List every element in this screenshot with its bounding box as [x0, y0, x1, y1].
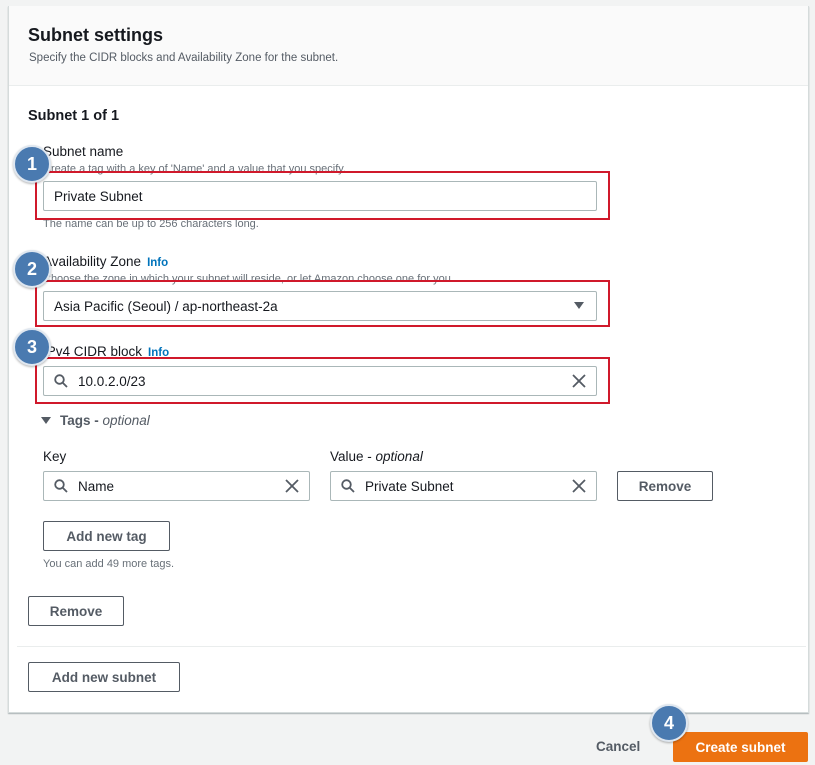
- subnet-heading: Subnet 1 of 1: [28, 108, 120, 124]
- tags-hint: You can add 49 more tags.: [43, 558, 175, 570]
- add-new-subnet-button[interactable]: Add new subnet: [28, 662, 180, 692]
- tag-key-header: Key: [43, 449, 67, 464]
- add-new-tag-button[interactable]: Add new tag: [43, 521, 170, 551]
- search-icon: [341, 479, 355, 493]
- az-info-link[interactable]: Info: [147, 257, 168, 269]
- tag-key-input[interactable]: Name: [43, 471, 310, 501]
- tags-expander[interactable]: Tags - optional: [41, 413, 150, 428]
- az-label-text: Availability Zone: [43, 254, 142, 269]
- subnet-name-label: Subnet name: [43, 144, 124, 159]
- caret-down-icon: [41, 417, 51, 424]
- callout-badge-1: 1: [13, 145, 51, 183]
- page-title: Subnet settings: [28, 25, 164, 45]
- callout-badge-2: 2: [13, 250, 51, 288]
- tag-key-value: Name: [78, 478, 115, 494]
- tag-value-header: Value - optional: [330, 449, 423, 464]
- clear-icon[interactable]: [572, 479, 586, 493]
- clear-icon[interactable]: [285, 479, 299, 493]
- remove-tag-button[interactable]: Remove: [617, 471, 713, 501]
- tag-value-optional: optional: [375, 449, 423, 464]
- cancel-button[interactable]: Cancel: [596, 739, 640, 754]
- callout-badge-4: 4: [650, 704, 688, 742]
- page-subtitle: Specify the CIDR blocks and Availability…: [29, 52, 339, 64]
- highlight-box-cidr: [35, 357, 610, 404]
- az-label: Availability Zone Info: [43, 254, 168, 269]
- tags-optional: optional: [102, 413, 150, 428]
- tag-value-header-text: Value: [330, 449, 364, 464]
- callout-badge-3: 3: [13, 328, 51, 366]
- remove-subnet-button[interactable]: Remove: [28, 596, 124, 626]
- create-subnet-button[interactable]: Create subnet: [673, 732, 808, 762]
- divider: [17, 646, 806, 647]
- panel-header: Subnet settings Specify the CIDR blocks …: [9, 6, 808, 86]
- highlight-box-az: [35, 280, 610, 327]
- search-icon: [54, 479, 68, 493]
- tags-label: Tags: [60, 413, 91, 428]
- highlight-box-subnet-name: [35, 171, 610, 220]
- tag-value-input[interactable]: Private Subnet: [330, 471, 597, 501]
- tag-value-value: Private Subnet: [365, 478, 454, 494]
